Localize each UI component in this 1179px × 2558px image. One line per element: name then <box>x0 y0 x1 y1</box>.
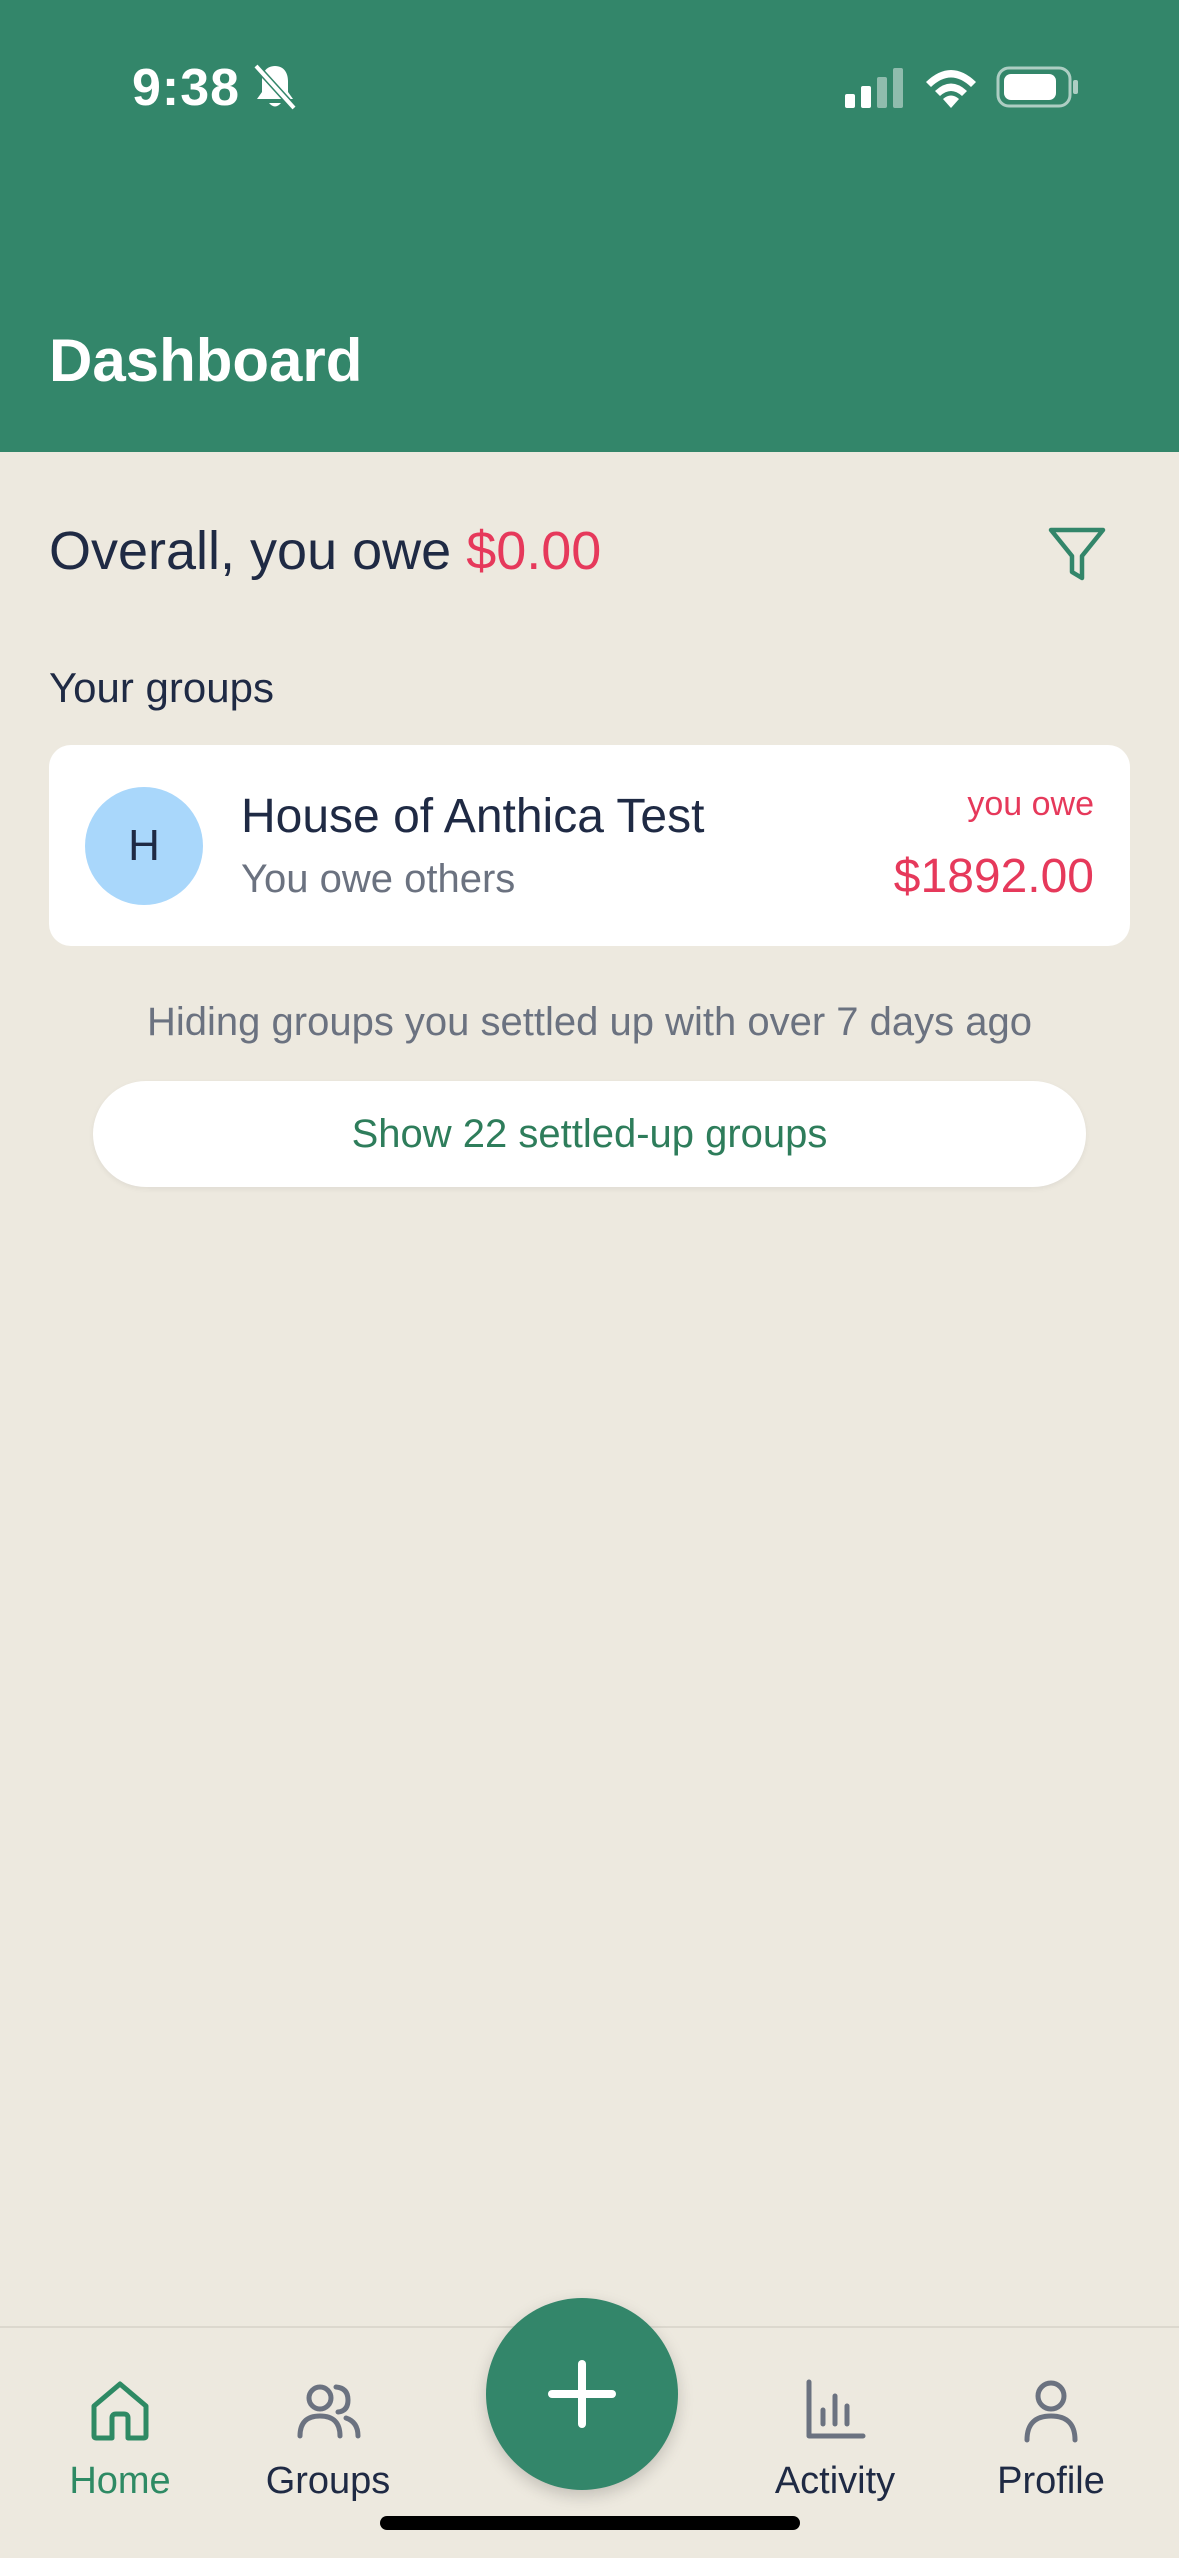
tab-profile[interactable]: Profile <box>951 2374 1151 2503</box>
users-icon <box>297 2384 361 2439</box>
overall-balance: Overall, you owe $0.00 <box>49 520 601 582</box>
battery-icon <box>996 66 1078 108</box>
header-bar: 9:38 Dashboard <box>0 0 1179 452</box>
user-icon <box>1024 2380 1078 2443</box>
signal-icon <box>845 68 903 108</box>
page-title: Dashboard <box>49 327 363 394</box>
group-amount: $1892.00 <box>893 850 1094 903</box>
tab-home[interactable]: Home <box>20 2374 220 2503</box>
tab-profile-label: Profile <box>997 2460 1105 2502</box>
wifi-icon <box>926 70 976 108</box>
overall-amount: $0.00 <box>466 521 602 581</box>
plus-icon <box>548 2360 616 2428</box>
bell-slash-icon <box>253 63 297 111</box>
home-icon <box>91 2381 149 2441</box>
group-name: House of Anthica Test <box>241 790 705 843</box>
tab-activity-label: Activity <box>774 2460 896 2502</box>
group-status-label: you owe <box>967 785 1094 823</box>
tab-groups[interactable]: Groups <box>228 2374 428 2503</box>
show-settled-groups-button[interactable]: Show 22 settled-up groups <box>93 1081 1086 1187</box>
hidden-groups-note: Hiding groups you settled up with over 7… <box>147 1000 1032 1044</box>
tab-home-label: Home <box>69 2460 171 2502</box>
group-avatar: H <box>85 787 203 905</box>
tab-groups-label: Groups <box>265 2460 391 2502</box>
overall-prefix: Overall, you owe <box>49 521 452 581</box>
your-groups-label: Your groups <box>49 664 274 711</box>
add-expense-button[interactable] <box>486 2298 678 2490</box>
group-card[interactable]: H House of Anthica Test You owe others y… <box>49 745 1130 946</box>
status-time: 9:38 <box>132 59 241 117</box>
bar-chart-icon <box>806 2379 866 2439</box>
group-subtitle: You owe others <box>241 857 516 901</box>
home-indicator <box>380 2516 800 2530</box>
filter-icon[interactable] <box>1046 524 1108 586</box>
tab-activity[interactable]: Activity <box>735 2374 935 2503</box>
